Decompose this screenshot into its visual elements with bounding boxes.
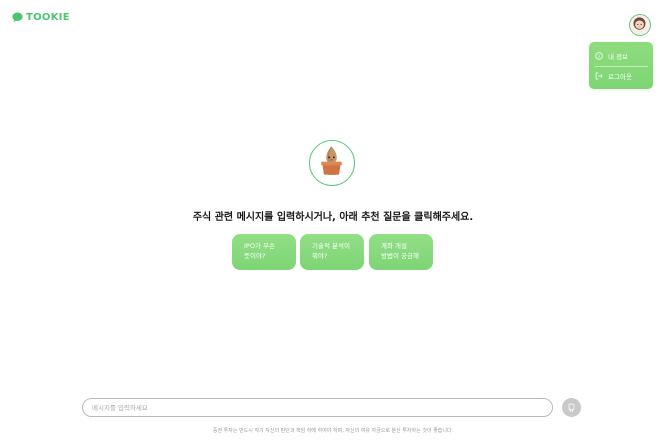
user-avatar[interactable] — [629, 14, 651, 36]
send-icon — [568, 403, 575, 412]
user-dropdown-menu: 내 정보 로그아웃 — [589, 42, 653, 89]
investment-disclaimer: 증권 투자는 반드시 자기 자신의 판단과 책임 하에 하여야 하며, 자신의 … — [212, 428, 454, 434]
user-avatar-icon — [630, 15, 649, 34]
suggestion-line: 기술적 분석이 — [312, 242, 350, 250]
menu-item-my-info[interactable]: 내 정보 — [595, 47, 648, 65]
sprout-pot-mascot — [309, 140, 355, 186]
menu-item-label: 내 정보 — [608, 53, 629, 61]
message-input[interactable] — [92, 400, 542, 415]
sprout-pot-mascot-image — [310, 141, 353, 184]
logout-icon — [595, 72, 603, 80]
suggestion-button-ipo[interactable]: IPO가 무슨 뜻이야? — [232, 234, 296, 270]
suggestion-line: 뜻이야? — [244, 251, 266, 260]
suggestion-line: 방법이 궁금해 — [381, 251, 419, 260]
suggestion-button-technical-analysis[interactable]: 기술적 분석이 뭐야? — [300, 234, 364, 270]
suggestion-line: 계좌 개설 — [381, 242, 407, 250]
chat-input-container — [82, 398, 553, 417]
app-logo[interactable]: TOOKIE — [12, 12, 70, 23]
suggestion-button-account-opening[interactable]: 계좌 개설 방법이 궁금해 — [369, 234, 433, 270]
info-icon — [595, 52, 603, 60]
chat-bubble-icon — [12, 12, 23, 23]
welcome-prompt: 주식 관련 메시지를 입력하시거나, 아래 추천 질문을 클릭해주세요. — [192, 212, 474, 223]
send-button[interactable] — [562, 398, 581, 417]
menu-item-logout[interactable]: 로그아웃 — [595, 67, 648, 85]
app-name: TOOKIE — [26, 12, 70, 23]
suggestion-line: IPO가 무슨 — [244, 242, 275, 250]
menu-item-label: 로그아웃 — [608, 73, 632, 81]
suggestion-line: 뭐야? — [312, 251, 328, 260]
